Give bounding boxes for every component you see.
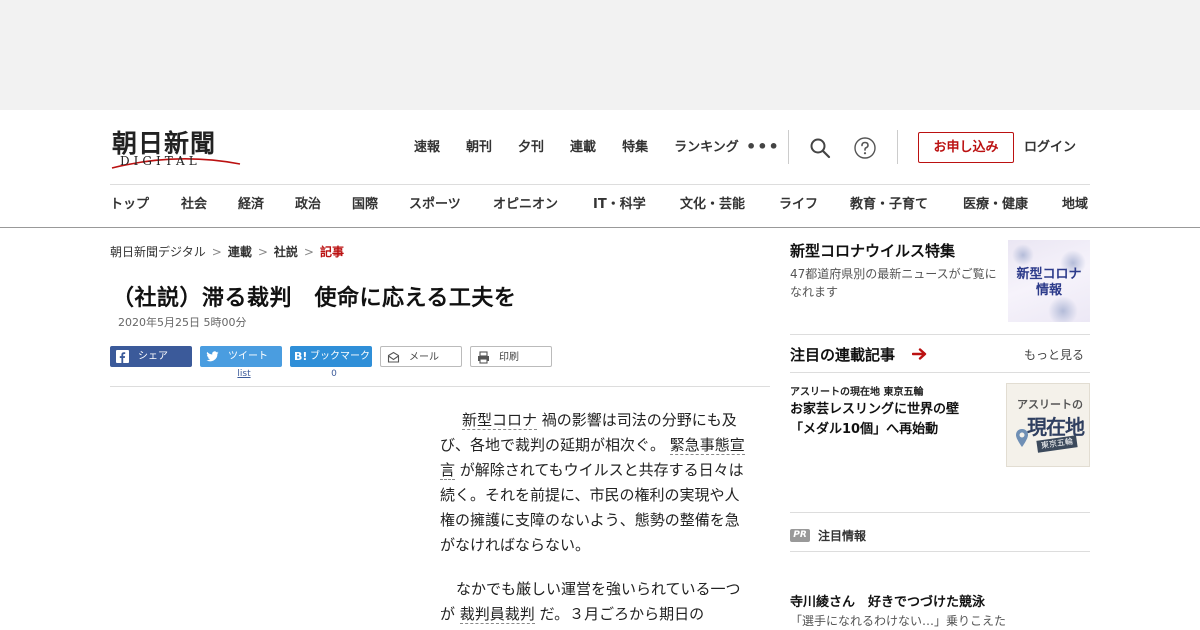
breadcrumb-sep: > xyxy=(303,245,314,259)
cat-life[interactable]: ライフ xyxy=(779,195,818,215)
header-separator xyxy=(788,130,789,164)
keyword-link[interactable]: 裁判員裁判 xyxy=(459,605,535,624)
cat-sports[interactable]: スポーツ xyxy=(409,195,461,215)
sidebar-divider xyxy=(790,334,1090,335)
cat-society[interactable]: 社会 xyxy=(181,195,207,215)
nav-tokushu[interactable]: 特集 xyxy=(622,138,648,158)
featured-series-title[interactable]: 注目の連載記事 xyxy=(790,344,895,365)
ad-banner-area xyxy=(0,0,1200,110)
virus-decoration-icon xyxy=(1048,296,1078,322)
print-label: 印刷 xyxy=(499,352,519,363)
covid-feature-description: 47都道府県別の最新ニュースがご覧になれます xyxy=(790,267,997,299)
series-headline-line: 「メダル10個」へ再始動 xyxy=(790,422,939,437)
breadcrumb-home[interactable]: 朝日新聞デジタル xyxy=(110,245,206,259)
header-separator xyxy=(897,130,898,164)
paragraph-text: が解除されてもウイルスと共存する日々は続く。それを前提に、市民の権利の実現や人権… xyxy=(440,461,744,554)
breadcrumb-sep: > xyxy=(211,245,222,259)
breadcrumb-sep: > xyxy=(257,245,268,259)
paragraph-text: だ。３月ごろから期日の xyxy=(539,605,705,623)
arrow-right-icon[interactable] xyxy=(912,347,928,361)
pr-subline: 「選手になれるわけない…」乗りこえた xyxy=(790,614,1007,628)
cat-medical[interactable]: 医療・健康 xyxy=(963,195,1028,215)
series-headline-line: お家芸レスリングに世界の壁 xyxy=(790,402,960,417)
virus-decoration-icon xyxy=(1012,244,1034,266)
covid-feature-thumbnail[interactable]: 新型コロナ 情報 xyxy=(1008,240,1090,322)
athlete-series-thumbnail[interactable]: アスリートの 現在地 東京五輪 xyxy=(1006,383,1090,467)
logo-digital: DIGITAL xyxy=(120,154,201,168)
location-pin-icon xyxy=(1016,429,1028,447)
header-divider xyxy=(110,184,1090,185)
cat-it-science[interactable]: IT・科学 xyxy=(593,195,646,215)
see-more-link[interactable]: もっと見る xyxy=(1024,346,1084,363)
breadcrumb-series[interactable]: 連載 xyxy=(228,245,252,259)
subscribe-button[interactable]: お申し込み xyxy=(918,132,1014,163)
cat-international[interactable]: 国際 xyxy=(352,195,378,215)
covid-thumbnail-line: 情報 xyxy=(1035,283,1062,298)
hatena-bookmark-label: ブックマーク xyxy=(310,351,370,362)
series-category[interactable]: アスリートの現在地 東京五輪 xyxy=(790,383,923,398)
article-paragraph: なかでも厳しい運営を強いられている一つが 裁判員裁判 だ。３月ごろから期日の xyxy=(440,577,752,627)
sidebar-divider xyxy=(790,372,1090,373)
breadcrumb-editorial[interactable]: 社説 xyxy=(274,245,298,259)
facebook-share-label: シェア xyxy=(138,351,168,362)
cat-economy[interactable]: 経済 xyxy=(238,195,264,215)
mail-share-button[interactable]: メール xyxy=(380,346,462,367)
hatena-bookmark-button[interactable]: B! ブックマーク xyxy=(290,346,372,367)
cat-culture[interactable]: 文化・芸能 xyxy=(680,195,745,215)
print-icon xyxy=(478,351,489,364)
keyword-link[interactable]: 新型コロナ xyxy=(462,411,538,430)
nav-choukan[interactable]: 朝刊 xyxy=(466,138,492,158)
pr-headline[interactable]: 寺川綾さん 好きでつづけた競泳 xyxy=(790,591,985,610)
nav-ranking[interactable]: ランキング xyxy=(674,138,739,158)
twitter-icon xyxy=(206,351,219,362)
cat-politics[interactable]: 政治 xyxy=(295,195,321,215)
article-divider xyxy=(110,386,770,387)
top-nav: 速報 朝刊 夕刊 連載 特集 ランキング xyxy=(414,138,765,158)
facebook-icon xyxy=(116,350,129,363)
thumbnail-line: アスリートの xyxy=(1017,398,1083,411)
twitter-share-count[interactable]: list xyxy=(203,369,285,379)
article-title: （社説）滞る裁判 使命に応える工夫を xyxy=(112,286,517,311)
cat-top[interactable]: トップ xyxy=(110,195,149,215)
breadcrumb-current: 記事 xyxy=(319,245,344,259)
pr-badge: PR xyxy=(790,529,810,542)
covid-feature-title[interactable]: 新型コロナウイルス特集 xyxy=(790,240,955,261)
nav-yukan[interactable]: 夕刊 xyxy=(518,138,544,158)
article-paragraph: 新型コロナ 禍の影響は司法の分野にも及び、各地で裁判の延期が相次ぐ。 緊急事態宣… xyxy=(440,408,752,558)
help-icon[interactable] xyxy=(853,136,877,160)
breadcrumb: 朝日新聞デジタル > 連載 > 社説 > 記事 xyxy=(110,243,344,260)
nav-sokuho[interactable]: 速報 xyxy=(414,138,440,158)
mail-share-label: メール xyxy=(409,352,439,363)
twitter-share-button[interactable]: ツイート xyxy=(200,346,282,367)
nav-rensai[interactable]: 連載 xyxy=(570,138,596,158)
twitter-share-label: ツイート xyxy=(228,351,268,362)
covid-thumbnail-text: 新型コロナ 情報 xyxy=(1008,267,1090,299)
series-headline[interactable]: お家芸レスリングに世界の壁 「メダル10個」へ再始動 xyxy=(790,400,1000,440)
cat-education[interactable]: 教育・子育て xyxy=(850,195,928,215)
print-button[interactable]: 印刷 xyxy=(470,346,552,367)
login-link[interactable]: ログイン xyxy=(1024,138,1076,158)
article-date: 2020年5月25日 5時00分 xyxy=(118,316,247,329)
hatena-bookmark-count: 0 xyxy=(331,369,337,379)
category-nav: トップ 社会 経済 政治 国際 スポーツ オピニオン IT・科学 文化・芸能 ラ… xyxy=(110,195,1110,217)
hatena-bookmark-icon: B! xyxy=(294,350,308,363)
search-icon[interactable] xyxy=(808,136,832,160)
sidebar-divider xyxy=(790,512,1090,513)
covid-thumbnail-line: 新型コロナ xyxy=(1016,267,1082,282)
cat-region[interactable]: 地域 xyxy=(1062,195,1088,215)
site-header: 朝日新聞 DIGITAL 速報 朝刊 夕刊 連載 特集 ランキング ••• お申… xyxy=(0,110,1200,228)
asahi-digital-logo[interactable]: 朝日新聞 DIGITAL xyxy=(110,124,242,170)
mail-icon xyxy=(387,351,400,363)
pr-section-label: 注目情報 xyxy=(818,529,867,543)
sidebar-divider xyxy=(790,551,1090,552)
more-menu-icon[interactable]: ••• xyxy=(746,138,780,156)
facebook-share-button[interactable]: シェア xyxy=(110,346,192,367)
cat-opinion[interactable]: オピニオン xyxy=(493,195,558,215)
